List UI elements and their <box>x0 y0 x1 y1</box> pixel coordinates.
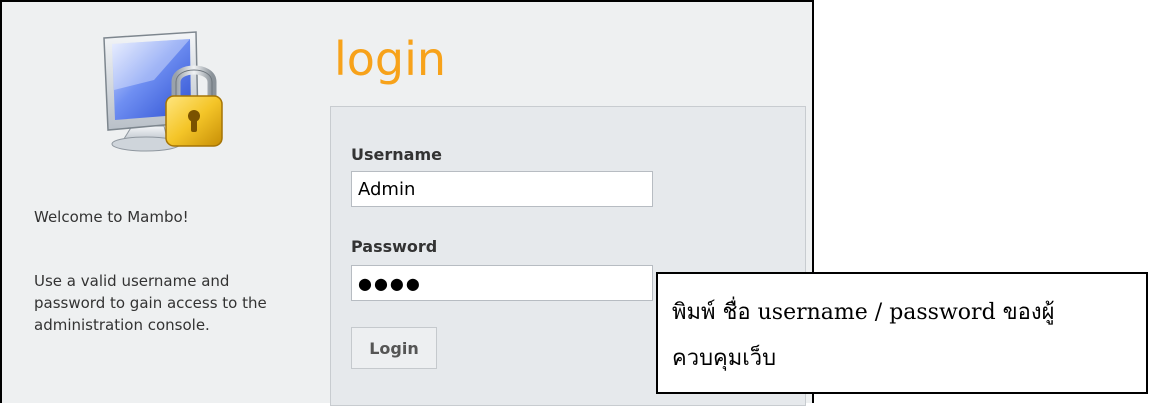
callout-line-2: ควบคุมเว็บ <box>672 346 777 371</box>
computer-lock-icon <box>94 30 244 162</box>
instruction-callout: พิมพ์ ชื่อ username / password ของผู้ คว… <box>656 272 1148 394</box>
description-text: Use a valid username and password to gai… <box>34 272 267 334</box>
page-title: login <box>334 32 447 86</box>
username-label: Username <box>351 145 442 164</box>
username-input[interactable]: Admin <box>351 171 653 207</box>
welcome-text: Welcome to Mambo! <box>34 208 189 226</box>
password-label: Password <box>351 237 438 256</box>
password-input[interactable]: ●●●● <box>351 265 653 301</box>
login-button[interactable]: Login <box>351 327 437 369</box>
callout-line-1: พิมพ์ ชื่อ username / password ของผู้ <box>672 300 1055 325</box>
